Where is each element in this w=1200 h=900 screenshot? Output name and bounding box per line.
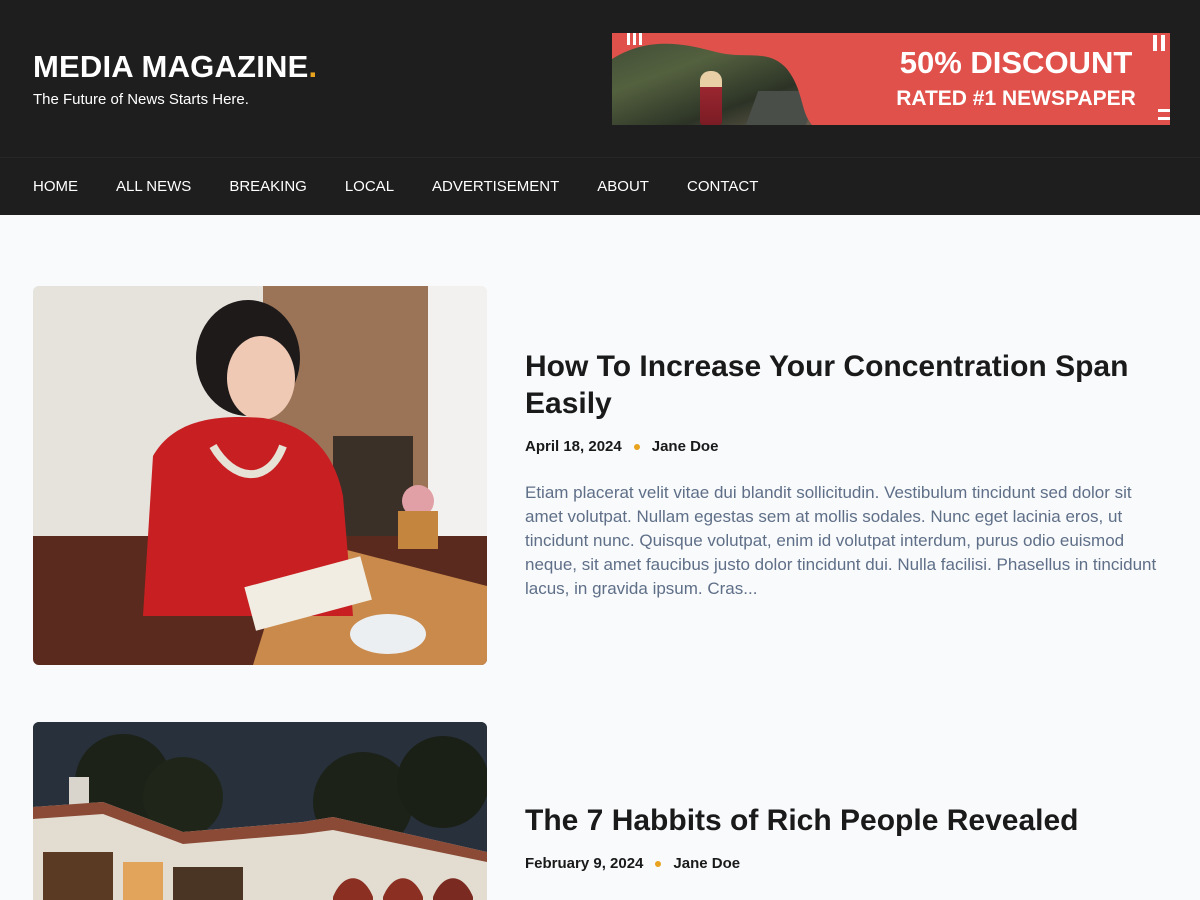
nav-item-all-news[interactable]: ALL NEWS bbox=[116, 177, 191, 197]
site-title-accent-dot: . bbox=[308, 49, 318, 84]
nav-item-home[interactable]: HOME bbox=[33, 177, 78, 197]
nav-item-breaking[interactable]: BREAKING bbox=[229, 177, 307, 197]
ad-headline: 50% DISCOUNT bbox=[899, 45, 1133, 80]
post-thumbnail[interactable] bbox=[33, 286, 487, 665]
nav-item-advertisement[interactable]: ADVERTISEMENT bbox=[432, 177, 559, 197]
post-meta: February 9, 2024 Jane Doe bbox=[525, 855, 1170, 872]
post-meta: April 18, 2024 Jane Doe bbox=[525, 438, 1170, 455]
post-date[interactable]: April 18, 2024 bbox=[525, 438, 622, 455]
site-title[interactable]: MEDIA MAGAZINE. bbox=[33, 48, 317, 86]
ad-decor-lines-icon bbox=[1158, 109, 1170, 123]
nav-item-local[interactable]: LOCAL bbox=[345, 177, 394, 197]
main-nav: HOME ALL NEWS BREAKING LOCAL ADVERTISEME… bbox=[0, 157, 1200, 215]
ad-banner[interactable]: 50% DISCOUNT RATED #1 NEWSPAPER bbox=[612, 33, 1170, 125]
villa-night-image bbox=[33, 722, 487, 900]
post-body: How To Increase Your Concentration Span … bbox=[525, 348, 1170, 601]
woman-reading-image bbox=[33, 286, 487, 665]
post-thumbnail[interactable] bbox=[33, 722, 487, 900]
post-date[interactable]: February 9, 2024 bbox=[525, 855, 643, 872]
site-tagline: The Future of News Starts Here. bbox=[33, 91, 249, 108]
post-body: The 7 Habbits of Rich People Revealed Fe… bbox=[525, 802, 1170, 872]
site-header: MEDIA MAGAZINE. The Future of News Start… bbox=[0, 0, 1200, 157]
meta-separator-dot bbox=[655, 860, 662, 867]
ad-subheadline: RATED #1 NEWSPAPER bbox=[896, 87, 1136, 110]
post-title[interactable]: The 7 Habbits of Rich People Revealed bbox=[525, 802, 1170, 839]
ad-decor-bars-icon bbox=[1153, 35, 1167, 51]
post-author[interactable]: Jane Doe bbox=[652, 438, 719, 455]
ad-decor-bars-icon bbox=[627, 33, 644, 45]
nav-item-about[interactable]: ABOUT bbox=[597, 177, 649, 197]
nav-item-contact[interactable]: CONTACT bbox=[687, 177, 758, 197]
post-author[interactable]: Jane Doe bbox=[673, 855, 740, 872]
meta-separator-dot bbox=[633, 443, 640, 450]
post-title[interactable]: How To Increase Your Concentration Span … bbox=[525, 348, 1170, 422]
site-title-text[interactable]: MEDIA MAGAZINE bbox=[33, 49, 308, 84]
post-excerpt: Etiam placerat velit vitae dui blandit s… bbox=[525, 483, 1157, 598]
brand: MEDIA MAGAZINE. The Future of News Start… bbox=[33, 48, 317, 110]
